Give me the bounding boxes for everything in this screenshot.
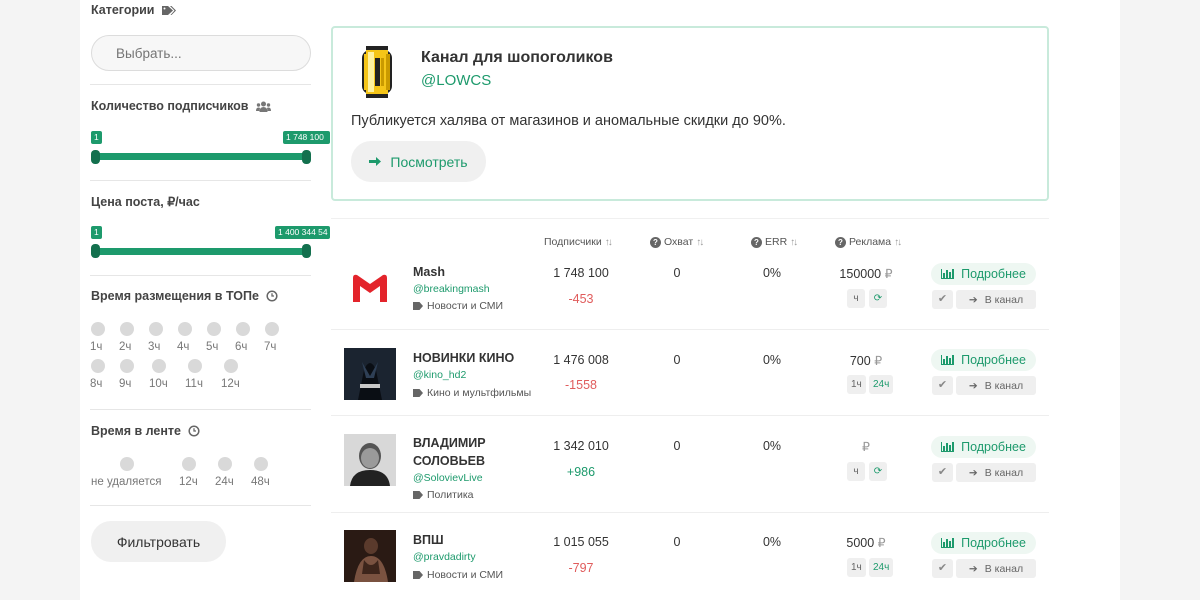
top-time-radio-9h[interactable] <box>120 359 134 373</box>
clock-icon <box>188 425 200 437</box>
subscribers-max-handle[interactable] <box>302 150 311 164</box>
arrow-right-icon: ➔ <box>968 293 978 306</box>
details-button[interactable]: Подробнее <box>931 263 1036 285</box>
channel-category: Новости и СМИ <box>413 300 503 312</box>
subscribers-range-track[interactable] <box>96 153 306 160</box>
filter-button[interactable]: Фильтровать <box>91 521 226 562</box>
divider <box>90 84 311 85</box>
subscribers-min-handle[interactable] <box>91 150 100 164</box>
channel-handle[interactable]: @breakingmash <box>413 283 490 295</box>
filter-sidebar: Категории Количество подписчиков 1 1 748… <box>80 0 330 600</box>
row-divider <box>331 415 1049 416</box>
top-time-label: 1ч <box>90 341 103 353</box>
row-divider <box>331 329 1049 330</box>
top-time-radio-6h[interactable] <box>236 322 250 336</box>
channel-name[interactable]: Mash <box>413 263 533 281</box>
check-icon[interactable]: ✔ <box>932 290 953 309</box>
top-time-label: 2ч <box>119 341 132 353</box>
top-time-radio-12h[interactable] <box>224 359 238 373</box>
tag-icon <box>413 302 423 310</box>
subscribers-max-tag: 1 748 100 <box>283 131 330 144</box>
ad-duration-chip[interactable]: ч <box>847 289 865 308</box>
feed-time-radio-24h[interactable] <box>218 457 232 471</box>
price-max-tag: 1 400 344 54 <box>275 226 330 239</box>
divider <box>90 505 311 506</box>
table-row: Mash @breakingmash Новости и СМИ 1 748 1… <box>331 0 1049 600</box>
price-max-handle[interactable] <box>302 244 311 258</box>
top-time-radio-5h[interactable] <box>207 322 221 336</box>
top-time-radio-7h[interactable] <box>265 322 279 336</box>
row-divider <box>331 512 1049 513</box>
top-time-title: Время размещения в ТОПе <box>91 289 278 303</box>
mash-logo <box>344 262 396 314</box>
top-time-label: 11ч <box>185 378 203 390</box>
top-time-label: 12ч <box>221 378 240 390</box>
price-title: Цена поста, ₽/час <box>91 195 200 209</box>
top-time-radio-1h[interactable] <box>91 322 105 336</box>
top-time-label: 5ч <box>206 341 219 353</box>
subscribers-min-tag: 1 <box>91 131 102 144</box>
go-to-channel-button[interactable]: ➔ В канал <box>956 290 1036 309</box>
subscribers-delta: -453 <box>568 292 594 306</box>
top-time-radio-4h[interactable] <box>178 322 192 336</box>
feed-time-label: 12ч <box>179 476 198 488</box>
feed-time-radio-12h[interactable] <box>182 457 196 471</box>
top-time-radio-8h[interactable] <box>91 359 105 373</box>
feed-time-radio-48h[interactable] <box>254 457 268 471</box>
users-icon <box>255 101 271 112</box>
err-value: 0% <box>762 266 782 280</box>
subscribers-title: Количество подписчиков <box>91 99 271 113</box>
ad-price: 150000 ₽ <box>839 267 893 281</box>
top-time-label: 6ч <box>235 341 248 353</box>
clock-icon <box>266 290 278 302</box>
top-time-label: 8ч <box>90 378 103 390</box>
top-time-label: 3ч <box>148 341 161 353</box>
divider <box>90 409 311 410</box>
reach-value: 0 <box>673 266 681 280</box>
price-min-tag: 1 <box>91 226 102 239</box>
top-time-radio-3h[interactable] <box>149 322 163 336</box>
top-time-label: 4ч <box>177 341 190 353</box>
top-time-label: 10ч <box>149 378 168 390</box>
chart-icon <box>941 269 955 279</box>
divider <box>90 180 311 181</box>
top-time-radio-11h[interactable] <box>188 359 202 373</box>
categories-title: Категории <box>91 3 176 17</box>
top-time-radio-2h[interactable] <box>120 322 134 336</box>
top-time-label: 7ч <box>264 341 277 353</box>
subscribers-count: 1 748 100 <box>553 266 609 280</box>
channel-avatar[interactable] <box>344 262 396 314</box>
price-min-handle[interactable] <box>91 244 100 258</box>
divider <box>90 275 311 276</box>
feed-time-label: 48ч <box>251 476 270 488</box>
feed-time-label: 24ч <box>215 476 234 488</box>
categories-select[interactable] <box>91 35 311 71</box>
price-range-track[interactable] <box>96 248 306 255</box>
refresh-icon[interactable]: ⟳ <box>869 289 887 308</box>
tags-icon <box>161 5 176 15</box>
top-time-label: 9ч <box>119 378 132 390</box>
feed-time-title: Время в ленте <box>91 424 200 438</box>
top-time-radio-10h[interactable] <box>152 359 166 373</box>
feed-time-radio-permanent[interactable] <box>120 457 134 471</box>
feed-time-label: не удаляется <box>91 476 162 488</box>
